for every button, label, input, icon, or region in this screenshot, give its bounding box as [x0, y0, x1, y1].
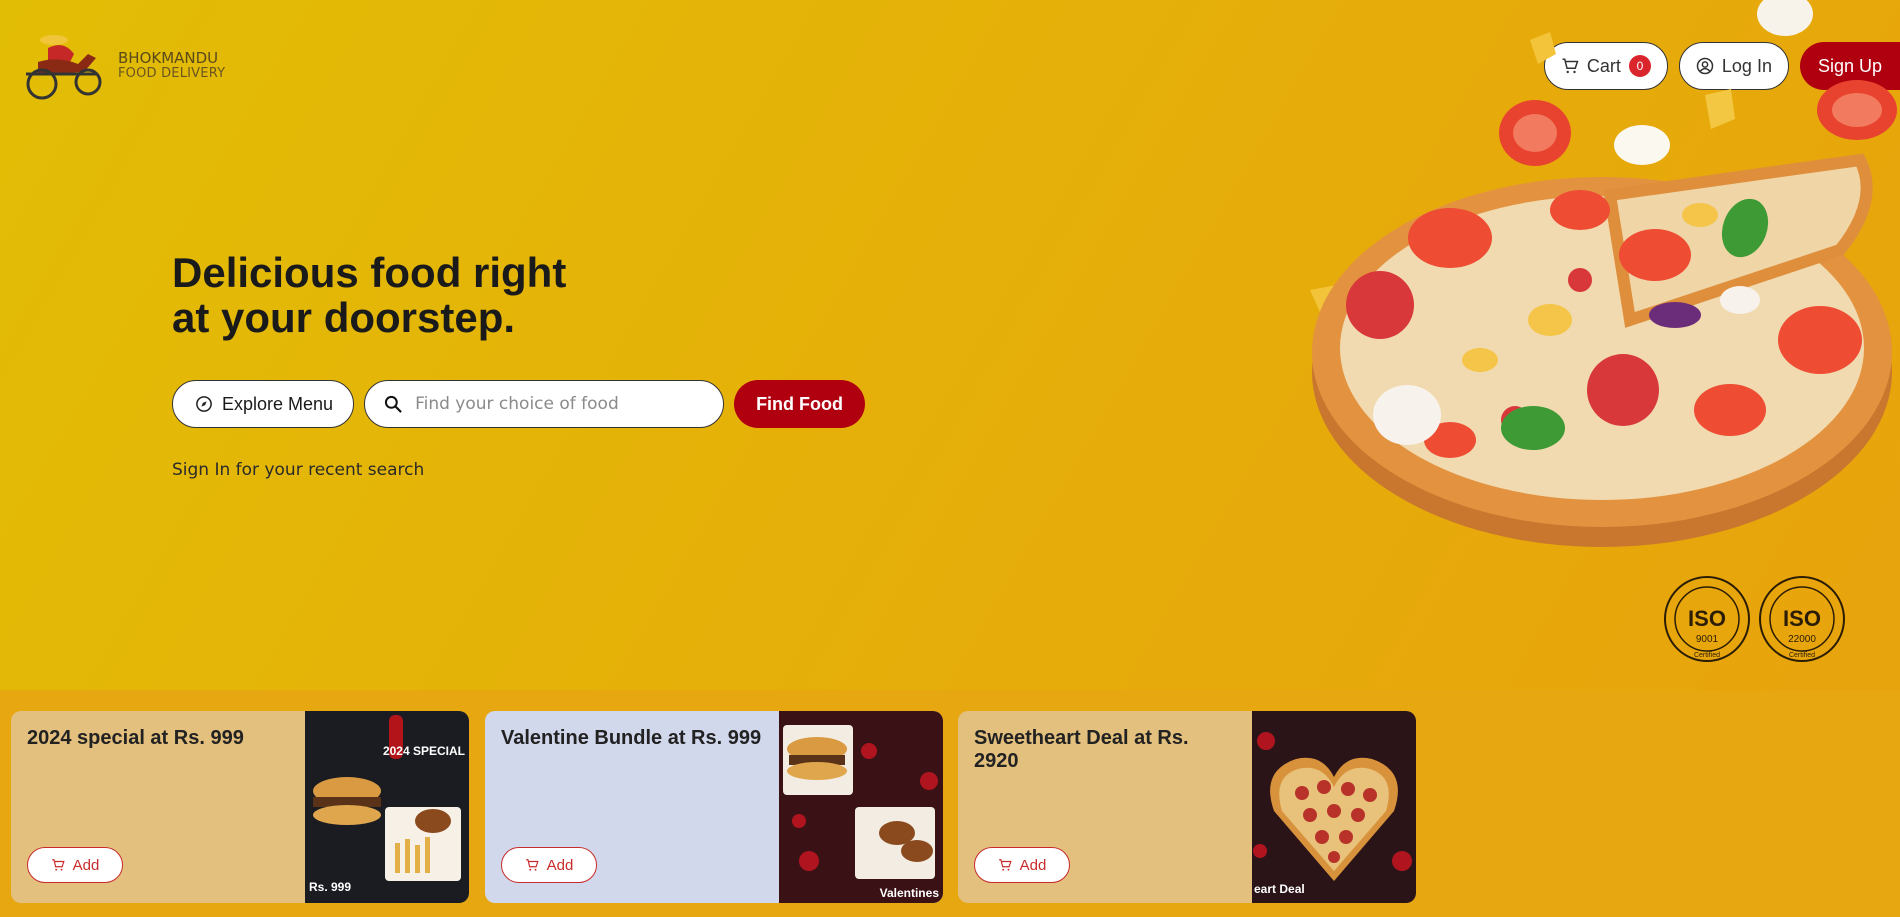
offer-title: 2024 special at Rs. 999 [27, 727, 244, 749]
add-to-cart-button[interactable]: Add [27, 847, 123, 883]
iso-badge-text: ISO [1688, 606, 1726, 631]
iso-badge-number: 9001 [1696, 634, 1719, 645]
cheese-piece-icon [1705, 89, 1735, 129]
offer-info: 2024 special at Rs. 999 Add [11, 711, 305, 903]
find-food-button[interactable]: Find Food [734, 380, 866, 428]
add-label: Add [72, 856, 100, 874]
food-search-input[interactable] [415, 394, 696, 414]
add-to-cart-button[interactable]: Add [501, 847, 597, 883]
cart-icon [525, 859, 539, 871]
mozzarella-icon [1757, 0, 1813, 36]
hero-title-line2: at your doorstep. [172, 294, 516, 341]
offer-price-tag: Rs. 999 [309, 880, 351, 894]
pizza-hero-image [1310, 0, 1897, 547]
offer-image: eart Deal [1252, 711, 1416, 903]
mozzarella-icon [1614, 125, 1670, 165]
cart-icon [998, 859, 1012, 871]
offer-info: Sweetheart Deal at Rs. 2920 Add [958, 711, 1252, 903]
cart-icon [51, 859, 65, 871]
brand-name: BHOKMANDU FOOD DELIVERY [118, 50, 225, 82]
brand-line1: BHOKMANDU [118, 49, 219, 67]
iso-22000-badge: ISO 22000 Certified [1759, 576, 1845, 662]
cheese-piece-icon [1530, 32, 1556, 64]
offer-title: Sweetheart Deal at Rs. 2920 [974, 727, 1189, 772]
offer-title: Valentine Bundle at Rs. 999 [501, 727, 762, 749]
food-search-box [364, 380, 725, 428]
hero-actions: Explore Menu Find Food [172, 380, 866, 428]
offer-card[interactable]: 2024 special at Rs. 999 Add 2024 SPECIAL… [11, 711, 469, 903]
offer-info: Valentine Bundle at Rs. 999 Add [485, 711, 779, 903]
offer-image-text: eart Deal [1254, 882, 1305, 896]
heart-pizza-image: eart Deal [1253, 732, 1412, 896]
offer-image: 2024 SPECIAL Rs. 999 [305, 711, 469, 903]
search-icon [384, 395, 402, 413]
add-label: Add [546, 856, 574, 874]
add-to-cart-button[interactable]: Add [974, 847, 1070, 883]
iso-9001-badge: ISO 9001 Certified [1664, 576, 1750, 662]
compass-icon [196, 396, 212, 412]
burger-combo-image: 2024 SPECIAL Rs. 999 [309, 715, 465, 894]
hero-title-line1: Delicious food right [172, 249, 567, 296]
iso-badge-caption: Certified [1694, 652, 1720, 659]
add-label: Add [1019, 856, 1047, 874]
offer-card[interactable]: Sweetheart Deal at Rs. 2920 Add eart Dea… [958, 711, 1416, 903]
hero-title: Delicious food right at your doorstep. [172, 250, 632, 340]
iso-badge-number: 22000 [1788, 634, 1816, 645]
explore-menu-button[interactable]: Explore Menu [172, 380, 355, 428]
valentine-bundle-image: Valentines [783, 725, 940, 900]
offer-card[interactable]: Valentine Bundle at Rs. 999 Add Valentin… [485, 711, 943, 903]
brand-line2: FOOD DELIVERY [118, 66, 226, 81]
offer-image: Valentines [779, 711, 943, 903]
iso-badge-text: ISO [1783, 606, 1821, 631]
delivery-rider-logo-icon [26, 35, 102, 100]
recent-search-hint[interactable]: Sign In for your recent search [172, 460, 424, 480]
explore-menu-label: Explore Menu [222, 393, 334, 414]
offer-image-text: 2024 SPECIAL [383, 744, 465, 758]
iso-badge-caption: Certified [1789, 652, 1815, 659]
offer-image-text: Valentines [880, 886, 940, 900]
brand-logo[interactable]: BHOKMANDU FOOD DELIVERY [18, 28, 225, 104]
